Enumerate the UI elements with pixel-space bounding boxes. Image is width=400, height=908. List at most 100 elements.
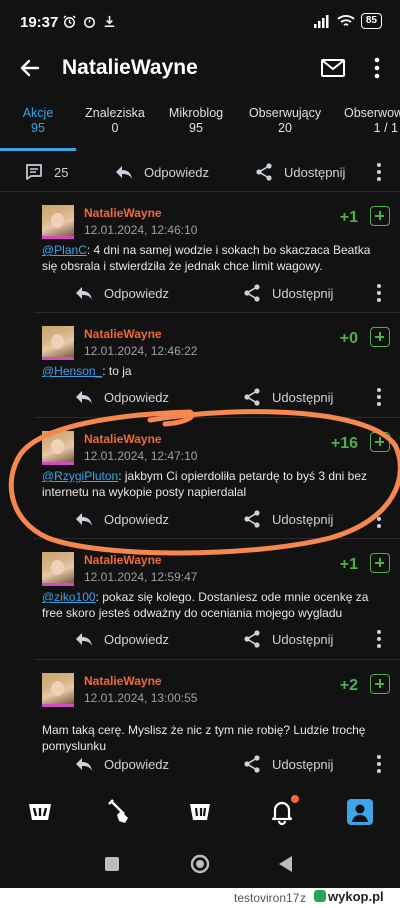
vote-count: +2	[339, 677, 358, 694]
mention-link[interactable]: @PlanC	[42, 243, 87, 257]
comments-count: 25	[54, 164, 69, 180]
reply-icon	[76, 391, 92, 404]
reply-button[interactable]: Odpowiedz	[74, 754, 169, 774]
reply-button[interactable]: Odpowiedz	[74, 509, 169, 529]
upvote-button[interactable]	[370, 674, 390, 694]
comments-count-button[interactable]: 25	[24, 162, 68, 182]
tab-label: Mikroblog	[168, 106, 224, 120]
download-icon	[104, 15, 115, 27]
reply-button[interactable]: Odpowiedz	[74, 387, 169, 407]
more-vertical-icon[interactable]	[376, 162, 382, 182]
tab-label: Znaleziska	[85, 106, 145, 120]
share-button[interactable]: Udostępnij	[242, 509, 333, 529]
wifi-icon	[337, 15, 355, 26]
alarm-clock-icon-2	[84, 17, 95, 28]
reply-label: Odpowiedz	[104, 631, 170, 647]
share-button[interactable]: Udostępnij	[242, 283, 333, 303]
comment-author[interactable]: NatalieWayne	[84, 432, 162, 446]
avatar[interactable]	[42, 205, 74, 239]
share-button[interactable]: Udostępnij	[242, 754, 333, 774]
reply-button[interactable]: Odpowiedz	[114, 162, 209, 182]
watermark-username: testoviron17	[234, 891, 300, 905]
tab-mikroblog[interactable]: Mikroblog 95	[164, 106, 228, 136]
avatar[interactable]	[42, 673, 74, 707]
comment-date: 12.01.2024, 12:46:10	[84, 223, 198, 237]
mikroblog-icon[interactable]	[186, 798, 214, 826]
bell-icon[interactable]	[268, 795, 299, 826]
more-vertical-icon[interactable]	[376, 754, 382, 774]
mail-icon[interactable]	[320, 55, 346, 81]
profile-icon[interactable]	[346, 798, 374, 826]
more-vertical-icon[interactable]	[376, 283, 382, 303]
comment-author[interactable]: NatalieWayne	[84, 674, 162, 688]
tab-akcje[interactable]: Akcje 95	[18, 106, 58, 136]
bottom-navigation	[0, 780, 400, 844]
system-navigation	[0, 844, 400, 888]
comment-author[interactable]: NatalieWayne	[84, 206, 162, 220]
share-label: Udostępnij	[284, 164, 346, 180]
comment-body: @PlanC: 4 dni na samej wodzie i sokach b…	[42, 242, 382, 274]
upvote-button[interactable]	[370, 206, 390, 226]
reply-label: Odpowiedz	[104, 511, 170, 527]
reply-button[interactable]: Odpowiedz	[74, 629, 169, 649]
tab-count: 95	[31, 121, 45, 135]
comment-icon	[26, 164, 42, 180]
tab-obserwowani[interactable]: Obserwow 1 / 1	[344, 106, 400, 136]
reply-label: Odpowiedz	[104, 389, 170, 405]
alarm-clock-icon	[63, 15, 76, 28]
watermark-z: z	[300, 891, 306, 905]
comment-author[interactable]: NatalieWayne	[84, 553, 162, 567]
vote-count: +0	[339, 330, 358, 347]
upvote-button[interactable]	[370, 432, 390, 452]
home-icon[interactable]	[26, 798, 54, 826]
reply-button[interactable]: Odpowiedz	[74, 283, 169, 303]
entry-actions: 25 Odpowiedz Udostępnij	[0, 152, 400, 192]
signal-icon	[313, 15, 329, 28]
watermark-footer: testoviron17 z wykop.pl	[0, 888, 400, 908]
shovel-icon[interactable]	[106, 798, 134, 826]
vote-count: +16	[330, 435, 358, 452]
share-icon	[256, 163, 272, 181]
upvote-button[interactable]	[370, 553, 390, 573]
app-screen: 19:37 85 NatalieWayne Akcje 95 Znalezisk…	[0, 0, 400, 888]
reply-label: Odpowiedz	[144, 164, 210, 180]
mention-link[interactable]: @RzygiPluton	[42, 469, 118, 483]
reply-icon	[116, 166, 132, 179]
share-button[interactable]: Udostępnij	[242, 629, 333, 649]
back-triangle-icon[interactable]	[278, 855, 294, 873]
tab-znaleziska[interactable]: Znaleziska 0	[82, 106, 148, 136]
comment-date: 12.01.2024, 12:47:10	[84, 449, 198, 463]
share-icon	[244, 755, 260, 773]
comment-item: NatalieWayne 12.01.2024, 12:59:47 +1 @zi…	[34, 540, 400, 660]
share-button[interactable]: Udostępnij	[254, 162, 345, 182]
share-button[interactable]: Udostępnij	[242, 387, 333, 407]
tab-count: 95	[189, 121, 203, 135]
comment-author[interactable]: NatalieWayne	[84, 327, 162, 341]
mention-link[interactable]: @Henson_	[42, 364, 102, 378]
more-vertical-icon[interactable]	[376, 509, 382, 529]
status-time: 19:37	[20, 14, 59, 31]
avatar[interactable]	[42, 431, 74, 465]
reply-label: Odpowiedz	[104, 756, 170, 772]
notification-dot	[291, 795, 299, 803]
reply-label: Odpowiedz	[104, 285, 170, 301]
avatar[interactable]	[42, 552, 74, 586]
battery-indicator: 85	[360, 13, 382, 29]
comment-date: 12.01.2024, 12:46:22	[84, 344, 198, 358]
more-vertical-icon[interactable]	[376, 629, 382, 649]
watermark-site: wykop.pl	[328, 889, 384, 904]
tab-obserwujacy[interactable]: Obserwujący 20	[246, 106, 324, 136]
back-arrow-icon[interactable]	[16, 54, 44, 82]
tab-count: 0	[111, 121, 119, 135]
mention-link[interactable]: @ziko100	[42, 590, 96, 604]
more-vertical-icon[interactable]	[366, 54, 388, 82]
more-vertical-icon[interactable]	[376, 387, 382, 407]
comment-item: NatalieWayne 12.01.2024, 13:00:55 +2 Mam…	[34, 661, 400, 781]
home-circle-icon[interactable]	[190, 854, 210, 874]
tab-count: 1 / 1	[373, 121, 398, 135]
reply-icon	[76, 287, 92, 300]
upvote-button[interactable]	[370, 327, 390, 347]
avatar[interactable]	[42, 326, 74, 360]
comment-body: @RzygiPluton: jakbym Ci opierdoliła peta…	[42, 468, 382, 500]
recent-apps-icon[interactable]	[104, 856, 120, 872]
